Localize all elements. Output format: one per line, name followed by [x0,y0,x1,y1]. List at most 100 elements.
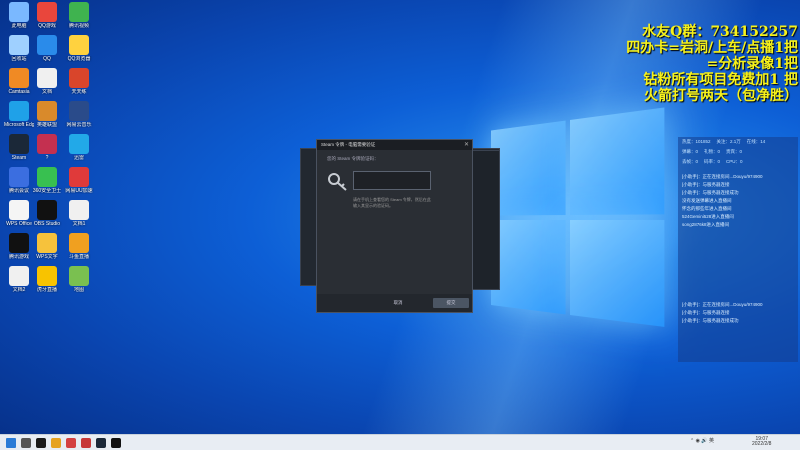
desktop-icon[interactable]: 网易云音乐 [64,101,94,128]
desktop-icon[interactable]: 英雄联盟 [32,101,62,128]
log-line: 没有发送弹幕进入直播间 [682,198,732,203]
desktop-icon[interactable]: WPS文字 [32,233,62,260]
desktop-icon-label: 网易云音乐 [66,122,92,128]
desktop-icon[interactable]: QQ [32,35,62,62]
stream-stats-panel: 热度：101852 关注：2.1万 在线：14 弹幕：0 礼物：0 贵宾：0 丢… [678,137,798,362]
desktop-icon[interactable]: 360安全卫士 [32,167,62,194]
obs-icon[interactable] [111,438,121,448]
steam-icon[interactable] [96,438,106,448]
desktop-icon[interactable]: 腾讯视频 [64,2,94,29]
clock[interactable]: 19:07 2022/2/8 [752,437,771,447]
desktop-icon[interactable]: 网易UU加速 [64,167,94,194]
desktop-icon-label: 英雄联盟 [36,122,57,128]
stat-danmu: 弹幕：0 [682,149,699,154]
desktop-icon-label: 文档 [41,89,52,95]
desktop-icon-label: QQ [43,56,51,62]
desktop-icon[interactable]: 地图 [64,266,94,293]
desktop-icon[interactable]: 腾讯会议 [4,167,34,194]
stat-vip: 贵宾：0 [726,149,743,154]
app-icon [9,233,29,253]
desktop-icon[interactable]: WPS Office [4,200,34,227]
desktop-icon[interactable]: ? [32,134,62,161]
desktop-icon[interactable]: 回收站 [4,35,34,62]
desktop-icon-label: QQ浏览器 [67,56,91,62]
desktop-icon-label: QQ游戏 [38,23,56,29]
desktop-icon[interactable]: 斗鱼直播 [64,233,94,260]
desktop-icon[interactable]: 文档2 [4,266,34,293]
log-line: 524Gemini528进入直播间 [682,214,734,219]
desktop-icon[interactable]: QQ浏览器 [64,35,94,62]
dialog-footer: 取消 提交 [317,294,472,312]
app-icon [9,167,29,187]
stats-row-2: 弹幕：0 礼物：0 贵宾：0 [678,147,798,157]
chat-log: [小助手]：正在连接房间...Douyu/974900 [小助手]：与服务器连接… [678,173,798,229]
cancel-button[interactable]: 取消 [379,298,417,308]
app-icon [9,2,29,22]
desktop-icon[interactable]: 腾讯游戏 [4,233,34,260]
steam-guard-dialog: Steam 令牌 - 电脑需要验证 ✕ 您的 Steam 令牌验证码： 请在手机… [316,139,473,313]
app-icon [69,266,89,286]
stat-bitrate: 码率：0 [704,159,721,164]
overlay-line-1: 水友Q群：734152257 [642,24,798,40]
app-icon [9,68,29,88]
app-icon [9,266,29,286]
app-icon [37,200,57,220]
log-line: [小助手]：正在连接房间...Douyu/974900 [682,174,763,179]
stat-heat: 热度：101852 [682,139,711,144]
app-icon [37,101,57,121]
tray-icons: ⌃ ◉ 🔊 英 [690,438,714,444]
desktop-icon[interactable]: Camtasia [4,68,34,95]
desktop-icon-label: 腾讯游戏 [8,254,29,260]
app-icon [69,167,89,187]
stat-online: 在线：14 [746,139,766,144]
desktop-icon[interactable]: 文档 [32,68,62,95]
desktop-icon[interactable]: QQ游戏 [32,2,62,29]
desktop-icon-label: 腾讯会议 [8,188,29,194]
desktop-icon[interactable]: 文档1 [64,200,94,227]
app-icon [9,101,29,121]
app-icon [37,167,57,187]
app-icon [9,35,29,55]
desktop-icon[interactable]: Steam [4,134,34,161]
qq-icon[interactable] [36,438,46,448]
desktop-icon-label: 文档1 [72,221,86,227]
chrome-icon[interactable] [66,438,76,448]
video-icon[interactable] [81,438,91,448]
app-icon [69,2,89,22]
app-icon [37,35,57,55]
desktop-icon-label: WPS Office [6,221,32,227]
start-icon[interactable] [6,438,16,448]
overlay-line-4: 钻粉所有项目免费加1 把 [643,72,798,88]
steam-background-panel [470,150,500,290]
code-prompt: 您的 Steam 令牌验证码： [327,156,379,161]
windows-logo-wallpaper [490,107,670,334]
desktop-icon[interactable]: 迅雷 [64,134,94,161]
desktop-icon[interactable]: OBS Studio [32,200,62,227]
close-icon[interactable]: ✕ [464,141,469,148]
desktop-icon-label: 迅雷 [73,155,84,161]
app-icon [37,68,57,88]
desktop-icon-label: 360安全卫士 [32,188,62,194]
stat-cpu: CPU：0 [726,159,743,164]
edge-icon[interactable] [51,438,61,448]
stats-row-3: 丢帧：0 码率：0 CPU：0 [678,157,798,167]
search-icon[interactable] [21,438,31,448]
desktop-icon[interactable]: 虎牙直播 [32,266,62,293]
desktop-icon[interactable]: 天天练 [64,68,94,95]
app-icon [69,134,89,154]
desktop-icon[interactable]: Microsoft Edge [4,101,34,128]
dialog-title-bar: Steam 令牌 - 电脑需要验证 ✕ [317,140,472,150]
desktop-icon-label: Steam [11,155,27,161]
stat-gift: 礼物：0 [704,149,721,154]
app-icon [9,200,29,220]
desktop-icon-label: 腾讯视频 [68,23,89,29]
log-line: [小助手]：与服务器连接 [682,182,730,187]
stat-drop: 丢帧：0 [682,159,699,164]
key-icon [328,173,347,191]
log-line: [小助手]：正在连接房间...Douyu/974900 [682,302,763,307]
submit-button[interactable]: 提交 [433,298,469,308]
overlay-line-2: 四办卡=岩洞/上车/点播1把 [626,40,798,56]
desktop-icon[interactable]: 此电脑 [4,2,34,29]
stat-follow: 关注：2.1万 [716,139,741,144]
steam-guard-code-input[interactable] [353,171,431,190]
